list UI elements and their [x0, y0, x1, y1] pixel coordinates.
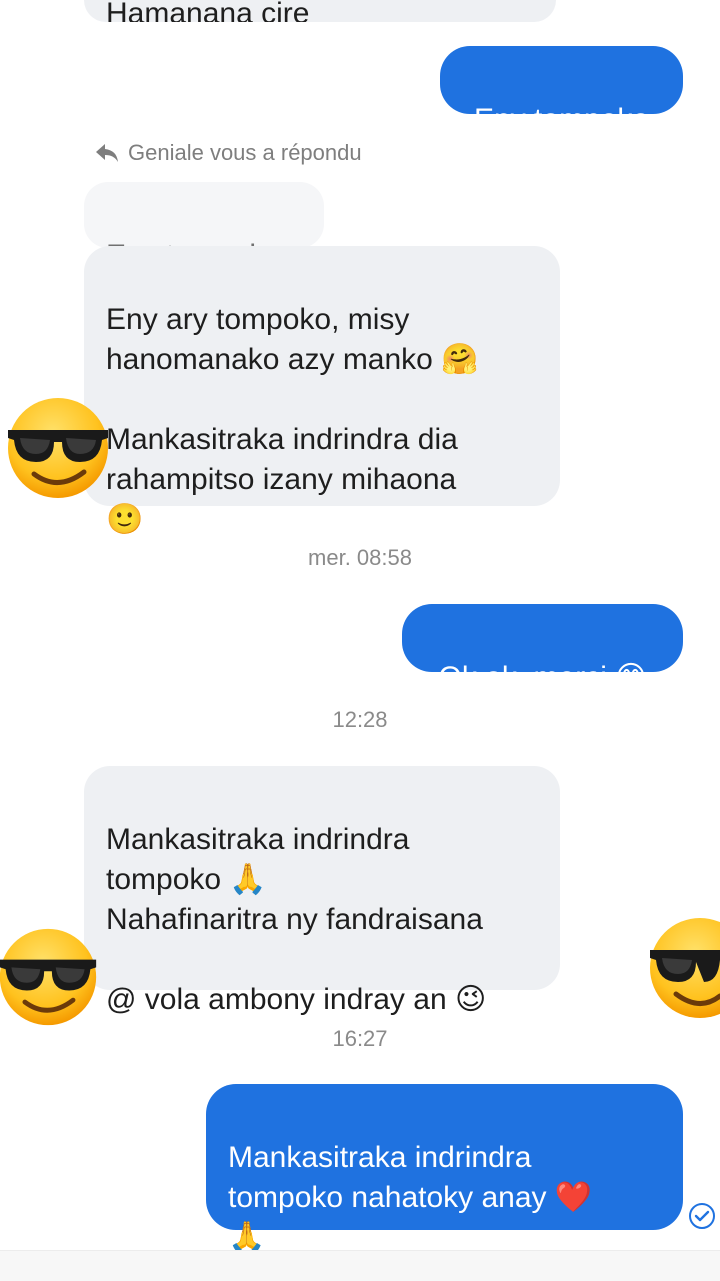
- timestamp: 16:27: [332, 1026, 388, 1051]
- seen-check-icon: [689, 1203, 715, 1229]
- sunglasses-emoji-icon: [0, 928, 97, 1026]
- sunglasses-emoji-icon: [8, 398, 108, 498]
- composer-bar[interactable]: [0, 1250, 720, 1281]
- reply-arrow-icon: [96, 144, 118, 162]
- message-outgoing-1[interactable]: Eny tompoko: [440, 46, 683, 136]
- timestamp: 12:28: [332, 707, 388, 732]
- message-incoming-cut[interactable]: Hamanana cire: [84, 0, 556, 22]
- message-outgoing-2[interactable]: Ok ok, merci 😊: [402, 604, 683, 694]
- message-outgoing-3[interactable]: Mankasitraka indrindra tompoko nahatoky …: [206, 1084, 683, 1254]
- chat-thread: Hamanana cire Eny tompoko Geniale vous a…: [0, 0, 720, 1281]
- message-incoming-2[interactable]: Mankasitraka indrindra tompoko 🙏 Nahafin…: [84, 766, 560, 1016]
- message-text: Hamanana cire: [106, 0, 310, 22]
- quoted-message[interactable]: Eny tompoko: [84, 182, 324, 272]
- timestamp: mer. 08:58: [308, 545, 412, 570]
- reply-indicator: Geniale vous a répondu: [94, 140, 362, 166]
- message-text: Ok ok, merci 😊: [438, 661, 647, 694]
- sunglasses-emoji-icon: [650, 918, 720, 1018]
- message-text: Mankasitraka indrindra tompoko nahatoky …: [228, 1141, 593, 1254]
- reply-note-text: Geniale vous a répondu: [128, 140, 362, 165]
- message-text: Eny ary tompoko, misy hanomanako azy man…: [106, 303, 479, 536]
- message-text: Eny tompoko: [473, 103, 650, 136]
- message-incoming-1[interactable]: Eny ary tompoko, misy hanomanako azy man…: [84, 246, 560, 536]
- message-text: Mankasitraka indrindra tompoko 🙏 Nahafin…: [106, 823, 487, 1016]
